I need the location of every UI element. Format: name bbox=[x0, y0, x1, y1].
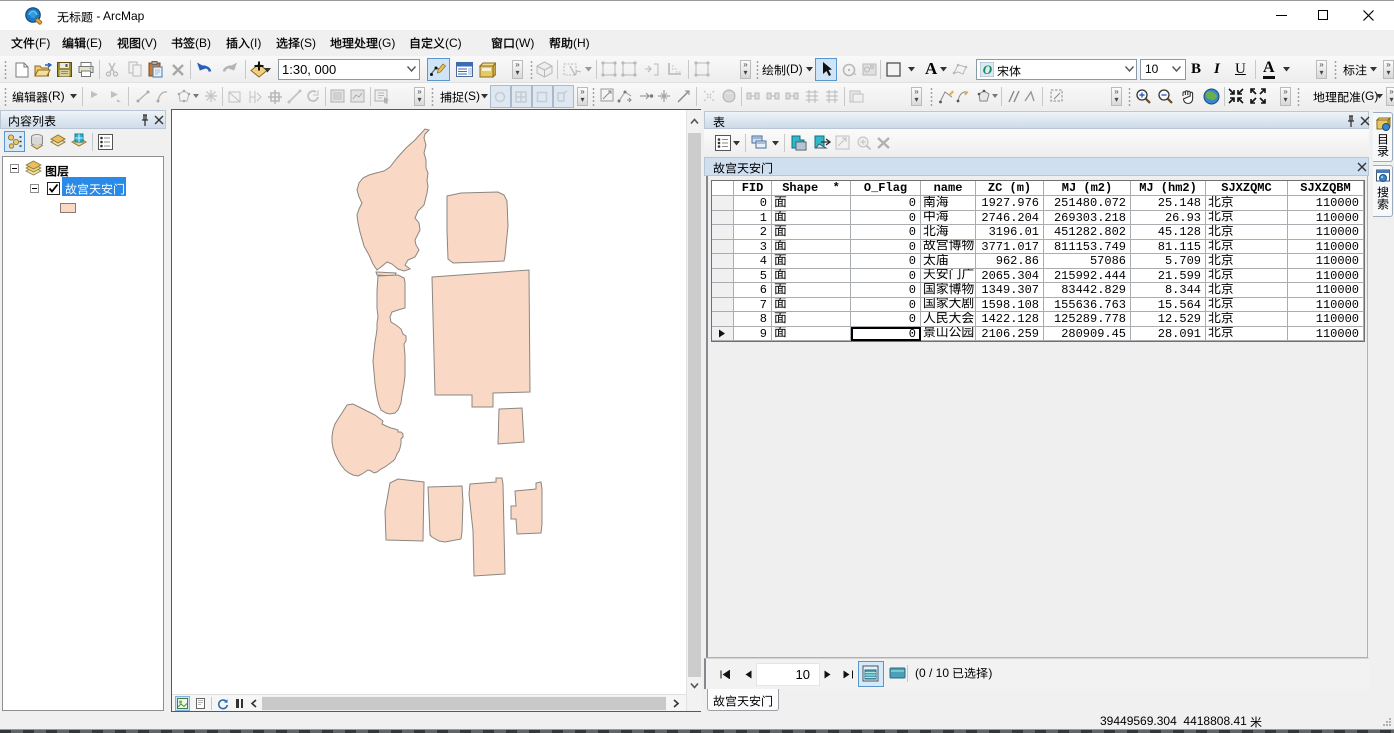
svg-text:O: O bbox=[983, 62, 993, 77]
